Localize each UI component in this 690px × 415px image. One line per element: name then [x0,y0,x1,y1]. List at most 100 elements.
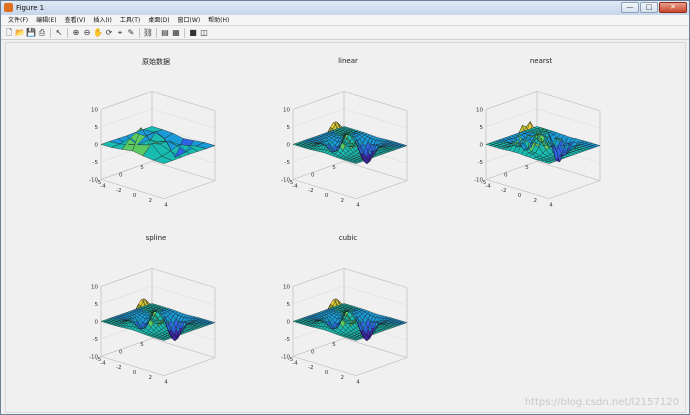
menu-window[interactable]: 窗口(W) [175,15,204,25]
z-tick-label: -5 [285,337,291,343]
save-icon[interactable]: 💾 [26,28,36,38]
x-tick-label: 4 [549,203,553,209]
figure-canvas: 原始数据 10 5 0 -5 -10 5 0 -5 -4 -2 0 2 4 linear 10 5 0 -5-… [5,42,686,413]
menu-insert[interactable]: 插入(I) [90,15,114,25]
z-tick-label: 10 [283,107,290,113]
gridline [343,108,408,129]
title-bar[interactable]: Figure 1 — □ ✕ [1,1,689,16]
x-tick-label: 0 [133,370,137,376]
z-tick-label: 10 [91,107,98,113]
x-tick-label: -4 [100,360,106,366]
toolbar-separator [184,27,185,38]
link-icon[interactable]: ⛓ [143,28,153,38]
hide-plot-tools-icon[interactable]: ■ [188,28,198,38]
subplot-nearest[interactable]: nearst 10 5 0 -5 -10 5 0 -5 -4 -2 0 2 4 [451,57,631,212]
close-button[interactable]: ✕ [659,2,687,13]
z-tick-label: 0 [95,142,99,148]
surface-axes: 1050-5-1050-5-4-2024 [281,268,408,386]
x-tick-label: 2 [149,198,153,204]
menu-view[interactable]: 查看(V) [62,15,89,25]
new-file-icon[interactable]: 🗋 [4,28,14,38]
y-tick-label: 5 [525,165,529,171]
data-cursor-icon[interactable]: ⌖ [115,28,125,38]
x-tick-label: 2 [534,198,538,204]
axes-box-edge [163,357,216,376]
maximize-button[interactable]: □ [640,2,658,13]
gridline [343,285,408,306]
z-tick-label: 10 [476,107,483,113]
axes-box-edge [163,180,216,199]
axes-box-edge [292,268,345,287]
colorbar-icon[interactable]: ▤ [160,28,170,38]
axes-box-edge [485,91,538,110]
y-tick-label: 5 [140,165,144,171]
axes-box-edge [343,91,408,111]
x-tick-label: 0 [325,370,329,376]
open-folder-icon[interactable]: 📂 [15,28,25,38]
x-tick-label: 4 [356,203,360,209]
toolbar-separator [67,27,68,38]
pointer-icon[interactable]: ↖ [54,28,64,38]
x-tick-label: 4 [164,203,168,209]
rotate-icon[interactable]: ⟳ [104,28,114,38]
y-tick-label: 0 [119,349,123,355]
z-tick-label: 10 [91,284,98,290]
subplot-spline[interactable]: spline 10 5 0 -5 -10 5 0 -5 -4 -2 0 2 4 [66,234,246,389]
z-tick-label: 0 [95,319,99,325]
x-tick-label: -2 [308,188,313,194]
menu-file[interactable]: 文件(F) [5,15,31,25]
surface-axes: 1050-5-1050-5-4-2024 [281,91,408,209]
y-tick-label: 5 [140,342,144,348]
z-tick-label: 10 [283,284,290,290]
y-tick-label: 0 [311,172,315,178]
subplot-cubic[interactable]: cubic 10 5 0 -5 -10 5 0 -5 -4 -2 0 2 4 [258,234,438,389]
minimize-button[interactable]: — [621,2,639,13]
z-tick-label: 5 [95,302,99,308]
axes-box-edge [292,338,345,357]
axes-box-edge [355,357,408,376]
x-tick-label: -4 [292,360,298,366]
axes-box-edge [292,91,345,110]
x-tick-label: -4 [100,183,106,189]
zoom-in-icon[interactable]: ⊕ [71,28,81,38]
toolbar-separator [156,27,157,38]
x-tick-label: -2 [308,365,313,371]
show-plot-tools-icon[interactable]: ◫ [199,28,209,38]
axes-box-edge [151,161,216,181]
axes-box-edge [355,180,408,199]
menu-bar: 文件(F) 编辑(E) 查看(V) 插入(I) 工具(T) 桌面(D) 窗口(W… [1,15,689,26]
toolbar-separator [139,27,140,38]
legend-icon[interactable]: ▦ [171,28,181,38]
pan-icon[interactable]: ✋ [93,28,103,38]
axes-box-edge [292,161,345,180]
menu-desktop[interactable]: 桌面(D) [145,15,172,25]
z-tick-label: 0 [480,142,484,148]
z-tick-label: -5 [478,160,484,166]
gridline [151,108,216,129]
brush-icon[interactable]: ✎ [126,28,136,38]
menu-edit[interactable]: 编辑(E) [33,15,59,25]
y-tick-label: 5 [332,165,336,171]
y-tick-label: 0 [311,349,315,355]
y-tick-label: 5 [332,342,336,348]
x-tick-label: -4 [292,183,298,189]
print-icon[interactable]: ⎙ [37,28,47,38]
surface-axes: 1050-5-1050-5-4-2024 [89,91,216,209]
z-tick-label: 5 [480,125,484,131]
subplot-original[interactable]: 原始数据 10 5 0 -5 -10 5 0 -5 -4 -2 0 2 4 [66,57,246,212]
x-tick-label: 4 [356,380,360,386]
x-tick-label: 2 [149,375,153,381]
z-tick-label: 5 [287,302,291,308]
menu-help[interactable]: 帮助(H) [205,15,232,25]
window-title: Figure 1 [16,4,45,12]
z-tick-label: -5 [285,160,291,166]
matlab-icon [4,3,13,12]
x-tick-label: 4 [164,380,168,386]
subplot-linear[interactable]: linear 10 5 0 -5 -10 5 0 -5 -4 -2 0 2 4 [258,57,438,212]
menu-tools[interactable]: 工具(T) [117,15,143,25]
x-tick-label: 2 [341,198,345,204]
x-tick-label: 0 [325,193,329,199]
zoom-out-icon[interactable]: ⊖ [82,28,92,38]
z-tick-label: 5 [287,125,291,131]
z-tick-label: 0 [287,142,291,148]
